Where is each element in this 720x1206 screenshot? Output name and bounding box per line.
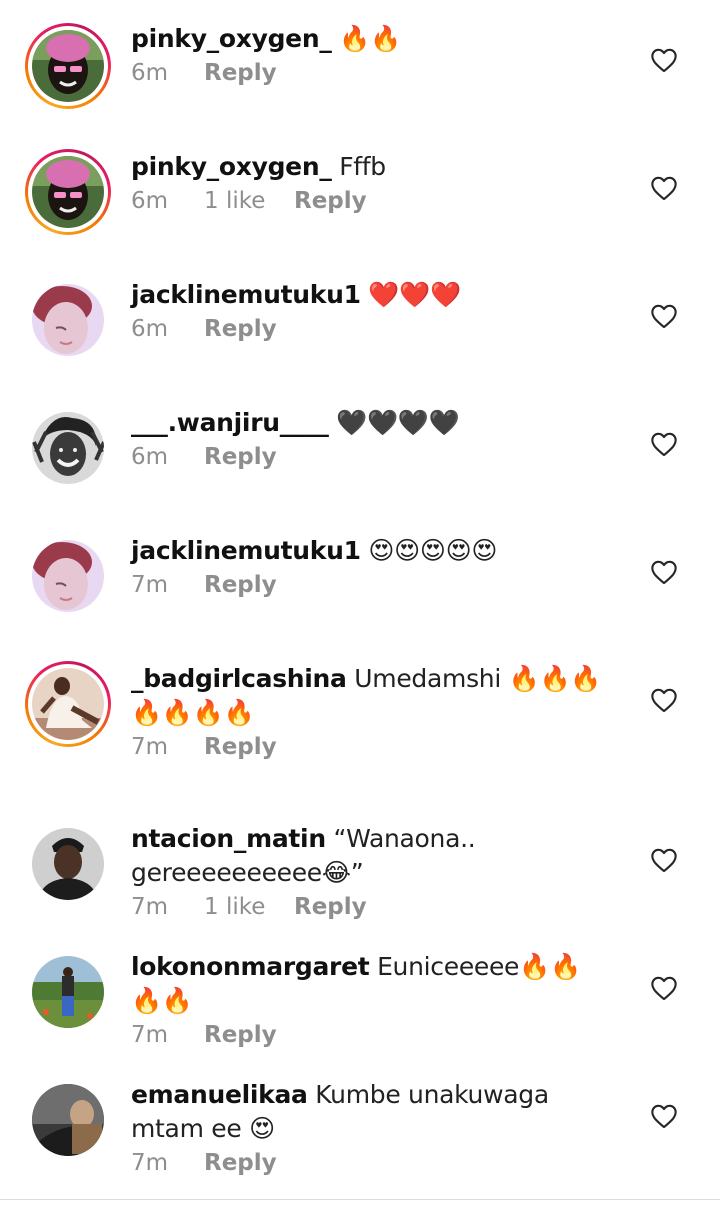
avatar-image [32, 284, 104, 356]
comment-timestamp: 6m [131, 188, 169, 214]
avatar[interactable] [32, 956, 104, 1028]
comment-username[interactable]: jacklinemutuku1 [131, 536, 361, 565]
comment-timestamp: 7m [131, 1022, 169, 1048]
comment-timestamp: 6m [131, 316, 169, 342]
comment-text-block: ___.wanjiru____ 🖤🖤🖤🖤 6m Reply [131, 406, 611, 476]
bottom-divider [0, 1199, 720, 1200]
comment-username[interactable]: pinky_oxygen_ [131, 152, 332, 181]
comment-username[interactable]: emanuelikaa [131, 1080, 308, 1109]
avatar-image [32, 668, 104, 740]
heart-outline-icon[interactable] [650, 1103, 678, 1129]
reply-button[interactable]: Reply [204, 444, 277, 476]
avatar-image [32, 828, 104, 900]
avatar-with-story-ring[interactable] [25, 23, 111, 109]
reply-button[interactable]: Reply [294, 894, 367, 926]
comment-username[interactable]: ntacion_matin [131, 824, 326, 853]
reply-button[interactable]: Reply [294, 188, 367, 220]
comment-timestamp: 7m [131, 894, 169, 920]
comment-username[interactable]: jacklinemutuku1 [131, 280, 361, 309]
heart-outline-icon[interactable] [650, 847, 678, 873]
comment-meta: 6m Reply [131, 444, 611, 476]
avatar-image [32, 30, 104, 102]
comment-timestamp: 7m [131, 572, 169, 598]
comment-meta: 6m 1 like Reply [131, 188, 611, 220]
reply-button[interactable]: Reply [204, 572, 277, 604]
comment-line: lokononmargaret Euniceeeee🔥🔥🔥🔥 [131, 950, 611, 1018]
comment-meta: 7m Reply [131, 1150, 611, 1182]
heart-outline-icon[interactable] [650, 687, 678, 713]
avatar-image [32, 1084, 104, 1156]
comment-username[interactable]: ___.wanjiru____ [131, 408, 329, 437]
comment-body: Fffb [339, 152, 386, 181]
reply-button[interactable]: Reply [204, 316, 277, 348]
reply-button[interactable]: Reply [204, 1022, 277, 1054]
comment-like-count[interactable]: 1 like [204, 894, 294, 926]
comment-text-block: emanuelikaa Kumbe unakuwaga mtam ee 😍 7m R… [131, 1078, 611, 1182]
avatar-image [32, 540, 104, 612]
comment-line: _badgirlcashina Umedamshi 🔥🔥🔥🔥🔥🔥🔥 [131, 662, 611, 730]
comment-line: jacklinemutuku1 😍😍😍😍😍 [131, 534, 611, 568]
comment-timestamp: 6m [131, 60, 169, 86]
comment-meta: 7m Reply [131, 1022, 611, 1054]
comment-meta: 7m Reply [131, 572, 611, 604]
heart-outline-icon[interactable] [650, 559, 678, 585]
comment-line: emanuelikaa Kumbe unakuwaga mtam ee 😍 [131, 1078, 611, 1146]
comment-body: 🖤🖤🖤🖤 [336, 408, 460, 437]
comment-meta: 7m 1 like Reply [131, 894, 611, 926]
comment-meta: 6m Reply [131, 60, 611, 92]
reply-button[interactable]: Reply [204, 734, 277, 766]
comment-timestamp: 7m [131, 1150, 169, 1176]
comment-text-block: _badgirlcashina Umedamshi 🔥🔥🔥🔥🔥🔥🔥 7m Reply [131, 662, 611, 766]
heart-outline-icon[interactable] [650, 47, 678, 73]
avatar-image [32, 956, 104, 1028]
comment-meta: 7m Reply [131, 734, 611, 766]
reply-button[interactable]: Reply [204, 60, 277, 92]
comment-like-count[interactable]: 1 like [204, 188, 294, 220]
comment-timestamp: 6m [131, 444, 169, 470]
comment-body: 🔥🔥 [339, 24, 401, 53]
comment-line: ___.wanjiru____ 🖤🖤🖤🖤 [131, 406, 611, 440]
comment-body: ❤️❤️❤️ [368, 280, 461, 309]
avatar[interactable] [32, 412, 104, 484]
comment-line: pinky_oxygen_ Fffb [131, 150, 611, 184]
comment-line: ntacion_matin “Wanaona.. gereeeeeeeeee😂” [131, 822, 611, 890]
comment-text-block: jacklinemutuku1 😍😍😍😍😍 7m Reply [131, 534, 611, 604]
comment-text-block: pinky_oxygen_ 🔥🔥 6m Reply [131, 22, 611, 92]
avatar-with-story-ring[interactable] [25, 149, 111, 235]
comment-username[interactable]: pinky_oxygen_ [131, 24, 332, 53]
avatar[interactable] [32, 828, 104, 900]
comment-line: jacklinemutuku1 ❤️❤️❤️ [131, 278, 611, 312]
comment-line: pinky_oxygen_ 🔥🔥 [131, 22, 611, 56]
heart-outline-icon[interactable] [650, 303, 678, 329]
avatar-with-story-ring[interactable] [25, 661, 111, 747]
avatar-image [32, 156, 104, 228]
comment-text-block: ntacion_matin “Wanaona.. gereeeeeeeeee😂”… [131, 822, 611, 926]
comment-text-block: lokononmargaret Euniceeeee🔥🔥🔥🔥 7m Reply [131, 950, 611, 1054]
comment-timestamp: 7m [131, 734, 169, 760]
heart-outline-icon[interactable] [650, 975, 678, 1001]
heart-outline-icon[interactable] [650, 431, 678, 457]
comment-username[interactable]: lokononmargaret [131, 952, 370, 981]
avatar-image [32, 412, 104, 484]
avatar[interactable] [32, 284, 104, 356]
comment-text-block: pinky_oxygen_ Fffb 6m 1 like Reply [131, 150, 611, 220]
comment-text-block: jacklinemutuku1 ❤️❤️❤️ 6m Reply [131, 278, 611, 348]
heart-outline-icon[interactable] [650, 175, 678, 201]
reply-button[interactable]: Reply [204, 1150, 277, 1182]
comment-body: 😍😍😍😍😍 [368, 536, 498, 565]
avatar[interactable] [32, 540, 104, 612]
comment-username[interactable]: _badgirlcashina [131, 664, 347, 693]
comment-meta: 6m Reply [131, 316, 611, 348]
avatar[interactable] [32, 1084, 104, 1156]
